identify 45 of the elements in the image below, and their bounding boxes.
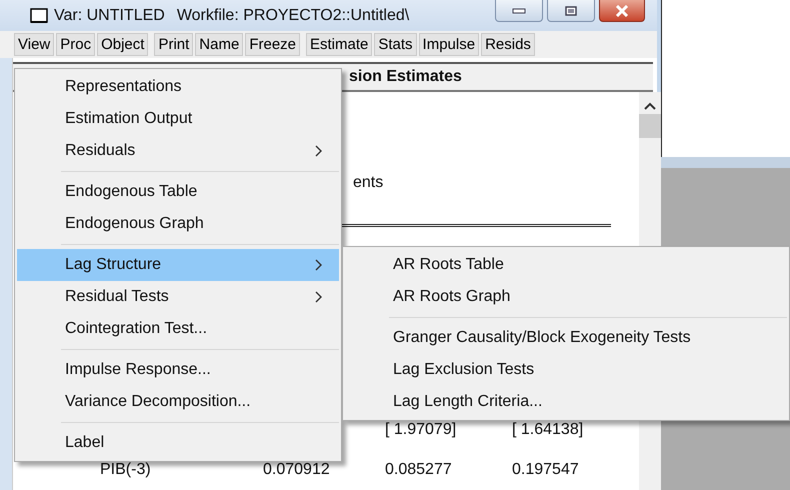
menu-item[interactable]: Impulse Response... (17, 354, 339, 386)
toolbar-button[interactable]: Name (195, 33, 244, 56)
menu-item[interactable]: Residual Tests (17, 281, 339, 313)
menu-item[interactable]: Label (17, 427, 339, 459)
toolbar-button[interactable]: Print (154, 33, 194, 56)
toolbar-button[interactable]: Resids (481, 33, 535, 56)
close-button[interactable] (599, 0, 645, 22)
toolbar-button[interactable]: Estimate (306, 33, 372, 56)
menu-item[interactable]: Endogenous Graph (17, 208, 339, 240)
menu-item[interactable]: Lag Length Criteria... (345, 386, 787, 418)
menu-item[interactable]: Residuals (17, 135, 339, 167)
output-text: ents (353, 174, 384, 192)
header-text: sion Estimates (349, 68, 462, 86)
table-cell: 0.085277 (385, 461, 452, 479)
menu-item[interactable]: Representations (17, 71, 339, 103)
table-cell: PIB(-3) (100, 461, 151, 479)
menu-item[interactable]: Estimation Output (17, 103, 339, 135)
table-cell: [ 1.97079] (385, 421, 456, 439)
window-icon (30, 8, 48, 24)
maximize-button[interactable] (547, 0, 595, 22)
maximize-icon (565, 6, 577, 16)
workfile-name: Workfile: PROYECTO2::Untitled\ (176, 6, 410, 24)
menu-item[interactable]: Lag Structure (17, 249, 339, 281)
close-icon (615, 4, 629, 16)
toolbar-button[interactable]: Freeze (245, 33, 300, 56)
menu-item[interactable]: Lag Exclusion Tests (345, 354, 787, 386)
toolbar-button[interactable]: View (14, 33, 54, 56)
menu-item[interactable]: AR Roots Graph (345, 281, 787, 313)
minimize-button[interactable] (495, 0, 543, 22)
table-cell: 0.070912 (263, 461, 330, 479)
table-cell: 0.197547 (512, 461, 579, 479)
minimize-icon (512, 8, 526, 14)
scroll-up-icon[interactable] (644, 102, 656, 110)
menu-item[interactable]: Granger Causality/Block Exogeneity Tests (345, 322, 787, 354)
toolbar-button[interactable]: Proc (56, 33, 96, 56)
toolbar-button[interactable]: Stats (374, 33, 417, 56)
menu-item[interactable]: Cointegration Test... (17, 313, 339, 345)
menu-item[interactable]: Endogenous Table (17, 176, 339, 208)
scroll-thumb[interactable] (639, 114, 661, 138)
toolbar-button[interactable]: Object (97, 33, 148, 56)
window-title: Var: UNTITLED (54, 6, 165, 24)
menu-item[interactable]: Variance Decomposition... (17, 386, 339, 418)
table-cell: [ 1.64138] (512, 421, 584, 439)
toolbar-button[interactable]: Impulse (418, 33, 480, 56)
menu-item[interactable]: AR Roots Table (345, 249, 787, 281)
